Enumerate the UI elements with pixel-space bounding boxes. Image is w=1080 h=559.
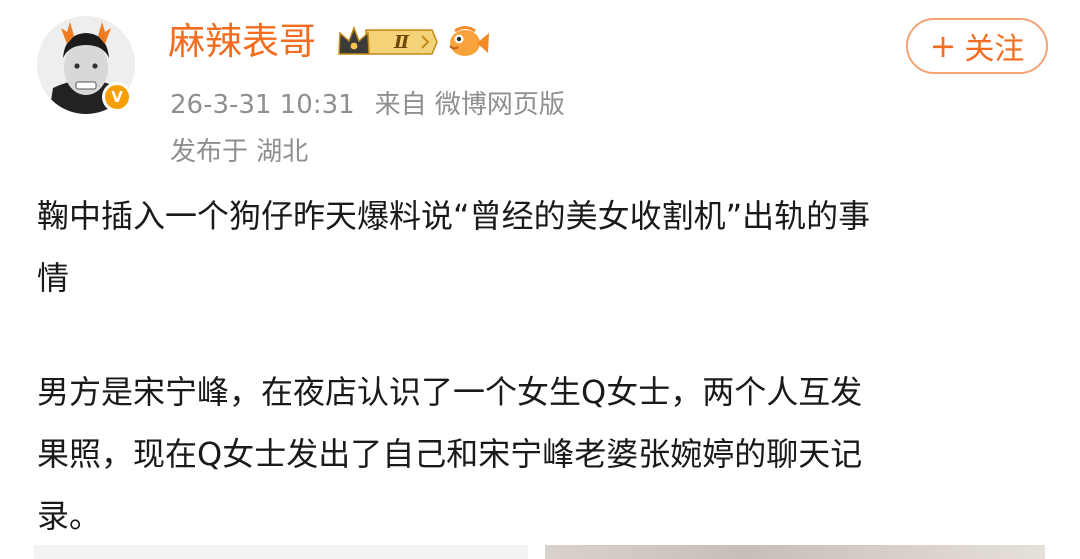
follow-label: 关注 <box>964 32 1025 67</box>
vip-crown-graphic: Ⅱ <box>338 25 438 55</box>
username[interactable]: 麻辣表哥 <box>168 20 316 64</box>
content-line: 男方是宋宁峰，在夜店认识了一个女生Q女士，两个人互发 <box>37 373 863 411</box>
follow-button[interactable]: + 关注 <box>906 18 1048 74</box>
post-time: 26-3-31 10:31 <box>170 90 355 120</box>
content-line: 鞠中插入一个狗仔昨天爆料说“曾经的美女收割机”出轨的事 <box>37 197 871 235</box>
post-image-thumbnail[interactable] <box>545 545 1045 559</box>
content-line: 果照，现在Q女士发出了自己和宋宁峰老婆张婉婷的聊天记 <box>37 435 863 473</box>
vip-crown-icon[interactable]: Ⅱ <box>336 25 438 59</box>
post-source: 来自 微博网页版 <box>374 90 565 120</box>
post-image-thumbnail[interactable] <box>34 545 528 559</box>
content-line: 录。 <box>37 497 102 535</box>
fish-graphic <box>449 26 489 56</box>
post-location: 发布于 湖北 <box>170 137 309 167</box>
plus-icon: + <box>929 27 957 65</box>
verified-icon: V <box>102 82 132 112</box>
fish-icon[interactable] <box>446 22 490 62</box>
vip-level-text: Ⅱ <box>393 32 410 53</box>
post-meta: 26-3-31 10:31 来自 微博网页版 <box>170 84 565 121</box>
content-line: 情 <box>37 259 70 297</box>
